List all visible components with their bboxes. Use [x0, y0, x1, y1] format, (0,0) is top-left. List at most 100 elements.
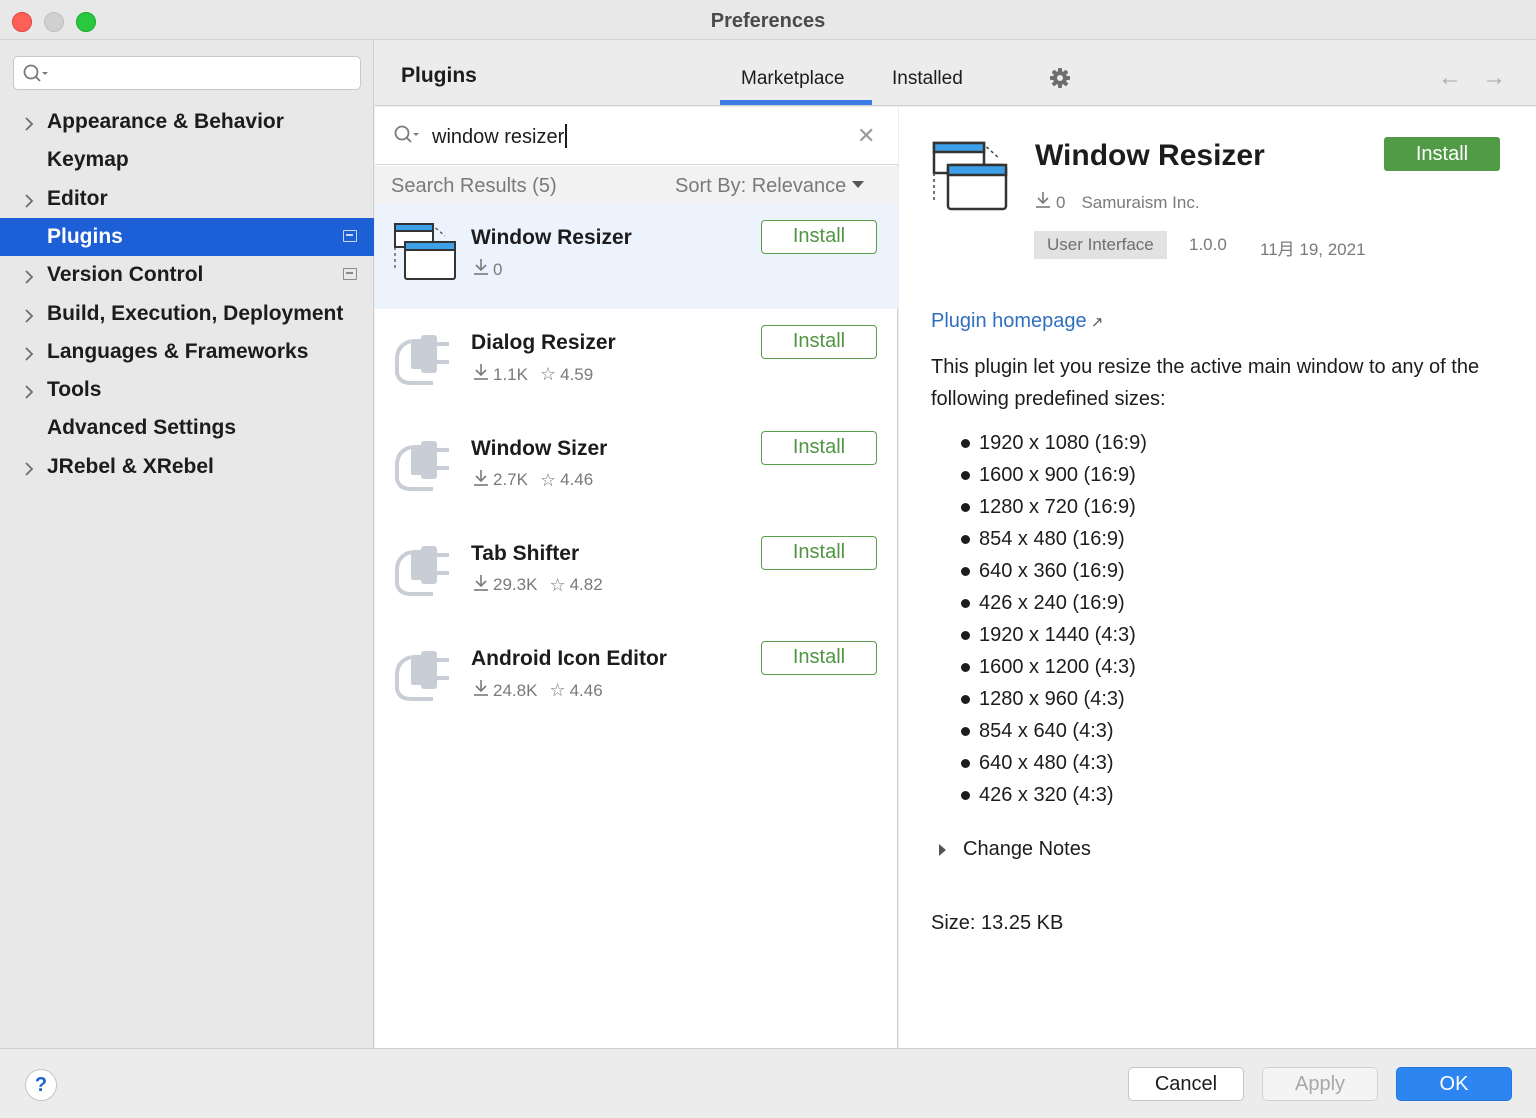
help-button[interactable]: ?: [25, 1069, 57, 1101]
dialog-footer: ? Cancel Apply OK: [0, 1048, 1536, 1118]
plugin-name: Tab Shifter: [471, 541, 580, 565]
sidebar-item-editor[interactable]: Editor: [0, 180, 374, 218]
plugin-meta: 1.1K ☆ 4.59: [473, 363, 593, 386]
download-icon: [473, 679, 489, 702]
search-icon: [393, 124, 423, 151]
size-list-item: 640 x 480 (4:3): [961, 747, 1147, 779]
detail-vendor[interactable]: Samuraism Inc.: [1081, 193, 1199, 213]
sidebar-item-label: Editor: [47, 186, 108, 210]
detail-install-button[interactable]: Install: [1384, 137, 1500, 171]
detail-date: 11月 19, 2021: [1260, 240, 1366, 259]
window-resizer-icon: [393, 222, 459, 287]
active-tab-indicator: [720, 100, 872, 105]
category-tag[interactable]: User Interface: [1034, 231, 1167, 259]
chevron-right-icon[interactable]: [22, 344, 36, 361]
size-list-item: 1280 x 960 (4:3): [961, 683, 1147, 715]
change-notes-toggle[interactable]: Change Notes: [939, 838, 1091, 861]
plugin-name: Dialog Resizer: [471, 331, 616, 355]
download-icon: [473, 574, 489, 597]
sidebar-item-label: Build, Execution, Deployment: [47, 301, 344, 325]
sidebar-item-plugins[interactable]: Plugins: [0, 217, 374, 256]
settings-search-box[interactable]: [13, 56, 361, 90]
plugin-result-row[interactable]: Window Sizer 2.7K ☆ 4.46 Install: [375, 415, 898, 520]
install-button[interactable]: Install: [761, 325, 877, 360]
plugin-search-input[interactable]: window resizer: [432, 124, 568, 149]
plugin-rating: 4.82: [569, 575, 603, 595]
size-list-item: 426 x 240 (16:9): [961, 587, 1147, 619]
sort-dropdown[interactable]: Sort By: Relevance: [675, 175, 865, 198]
plugins-header: Plugins Marketplace Installed ← →: [375, 40, 1536, 106]
search-icon: [22, 63, 52, 90]
ok-button[interactable]: OK: [1396, 1067, 1512, 1101]
sidebar-item-keymap[interactable]: Keymap: [0, 141, 374, 179]
external-link-icon: ↗: [1090, 314, 1104, 331]
sidebar-item-build-execution-deployment[interactable]: Build, Execution, Deployment: [0, 295, 374, 333]
install-button[interactable]: Install: [761, 535, 877, 570]
sidebar-item-advanced-settings[interactable]: Advanced Settings: [0, 409, 374, 447]
settings-sidebar: Appearance & Behavior Keymap Editor Plugins…: [0, 40, 374, 1048]
sidebar-item-languages-frameworks[interactable]: Languages & Frameworks: [0, 333, 374, 371]
project-level-icon: [343, 229, 357, 242]
clear-search-icon[interactable]: ✕: [857, 123, 875, 149]
results-header: Search Results (5) Sort By: Relevance: [375, 166, 898, 204]
plugin-result-row[interactable]: Window Resizer 0 Install: [375, 204, 898, 309]
apply-button[interactable]: Apply: [1262, 1067, 1378, 1101]
cancel-button[interactable]: Cancel: [1128, 1067, 1244, 1101]
download-icon: [473, 363, 489, 386]
star-icon: ☆: [549, 574, 566, 595]
download-count: 0: [493, 259, 503, 279]
window-resizer-icon: [932, 141, 1010, 218]
sidebar-item-label: JRebel & XRebel: [47, 454, 214, 478]
expand-triangle-icon: [939, 843, 946, 856]
sidebar-item-jrebel-xrebel[interactable]: JRebel & XRebel: [0, 448, 374, 486]
plugin-result-row[interactable]: Dialog Resizer 1.1K ☆ 4.59 Install: [375, 309, 898, 414]
chevron-right-icon[interactable]: [22, 306, 36, 323]
plugin-search-field[interactable]: window resizer ✕: [375, 107, 898, 165]
plugin-detail-panel: Window Resizer Install 0 Samuraism Inc. …: [899, 107, 1536, 1048]
detail-plugin-name: Window Resizer: [1035, 139, 1265, 172]
size-list-item: 1920 x 1440 (4:3): [961, 619, 1147, 651]
plugin-plug-icon: [393, 327, 453, 394]
plugin-result-row[interactable]: Tab Shifter 29.3K ☆ 4.82 Install: [375, 520, 898, 625]
forward-arrow-icon[interactable]: →: [1482, 64, 1506, 92]
plugin-name: Window Sizer: [471, 436, 608, 460]
plugin-name: Window Resizer: [471, 226, 632, 249]
size-list-item: 1280 x 720 (16:9): [961, 491, 1147, 523]
install-button[interactable]: Install: [761, 220, 877, 254]
sidebar-item-appearance-behavior[interactable]: Appearance & Behavior: [0, 103, 374, 141]
chevron-right-icon[interactable]: [22, 114, 36, 131]
size-list-item: 640 x 360 (16:9): [961, 555, 1147, 587]
download-count: 29.3K: [493, 575, 538, 595]
download-count: 2.7K: [493, 470, 528, 490]
download-count: 24.8K: [493, 680, 538, 700]
sidebar-item-label: Advanced Settings: [47, 416, 237, 440]
predefined-sizes-list: 1920 x 1080 (16:9) 1600 x 900 (16:9) 1280 …: [961, 427, 1147, 811]
settings-search-input[interactable]: [54, 61, 354, 85]
dropdown-arrow-icon: [852, 181, 865, 188]
install-button[interactable]: Install: [761, 641, 877, 676]
chevron-right-icon[interactable]: [22, 382, 36, 399]
sidebar-item-label: Version Control: [47, 263, 204, 287]
tab-installed[interactable]: Installed: [892, 68, 963, 90]
chevron-right-icon[interactable]: [22, 267, 36, 284]
sidebar-item-tools[interactable]: Tools: [0, 371, 374, 409]
star-icon: ☆: [549, 680, 566, 701]
plugin-results-panel: window resizer ✕ Search Results (5) Sort…: [375, 107, 898, 1048]
plugin-meta: 29.3K ☆ 4.82: [473, 574, 603, 597]
sidebar-item-label: Plugins: [47, 224, 123, 248]
chevron-right-icon[interactable]: [22, 459, 36, 476]
install-button[interactable]: Install: [761, 430, 877, 465]
back-arrow-icon[interactable]: ←: [1438, 64, 1462, 92]
chevron-right-icon[interactable]: [22, 191, 36, 208]
sidebar-item-version-control[interactable]: Version Control: [0, 256, 374, 294]
plugin-result-row[interactable]: Android Icon Editor 24.8K ☆ 4.46 Install: [375, 625, 898, 730]
tab-marketplace[interactable]: Marketplace: [741, 68, 845, 90]
gear-icon[interactable]: [1049, 67, 1071, 94]
download-icon: [473, 469, 489, 492]
plugin-homepage-link[interactable]: Plugin homepage ↗: [931, 310, 1103, 333]
plugin-rating: 4.46: [560, 470, 594, 490]
plugin-plug-icon: [393, 538, 453, 605]
sidebar-item-label: Languages & Frameworks: [47, 339, 309, 363]
plugin-meta: 0: [473, 258, 502, 281]
plugin-size: Size: 13.25 KB: [931, 912, 1064, 934]
